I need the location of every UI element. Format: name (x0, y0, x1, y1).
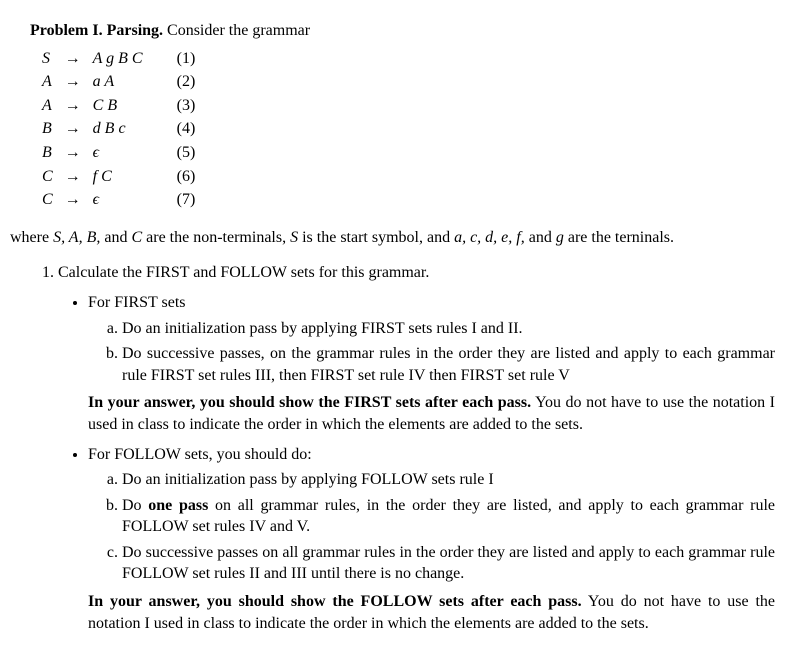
follow-step-a: Do an initialization pass by applying FO… (122, 469, 775, 491)
first-note-bold: In your answer, you should show the FIRS… (88, 394, 531, 411)
task-list: Calculate the FIRST and FOLLOW sets for … (36, 262, 775, 634)
grammar-row: A→a A(2) (36, 71, 201, 95)
follow-head: For FOLLOW sets, you should do: (88, 446, 312, 463)
problem-label: Problem I. Parsing. (30, 22, 163, 39)
first-step-a: Do an initialization pass by applying FI… (122, 318, 775, 340)
grammar-row: S→A g B C(1) (36, 48, 201, 72)
grammar-row: B→ϵ(5) (36, 142, 201, 166)
where-line: where S, A, B, and C are the non-termina… (10, 227, 775, 249)
grammar-table: S→A g B C(1)A→a A(2)A→C B(3)B→d B c(4)B→… (36, 48, 201, 213)
grammar-row: B→d B c(4) (36, 118, 201, 142)
follow-note: In your answer, you should show the FOLL… (88, 591, 775, 634)
subtask-bullets: For FIRST sets Do an initialization pass… (70, 292, 775, 634)
follow-note-bold: In your answer, you should show the FOLL… (88, 593, 582, 610)
grammar-row: C→ϵ(7) (36, 189, 201, 213)
first-head: For FIRST sets (88, 294, 186, 311)
task-1: Calculate the FIRST and FOLLOW sets for … (58, 262, 775, 634)
problem-tail: Consider the grammar (163, 22, 310, 39)
first-section: For FIRST sets Do an initialization pass… (88, 292, 775, 436)
task-1-text: Calculate the FIRST and FOLLOW sets for … (58, 264, 429, 281)
follow-step-b: Do one pass on all grammar rules, in the… (122, 495, 775, 538)
first-step-b: Do successive passes, on the grammar rul… (122, 343, 775, 386)
problem-title: Problem I. Parsing. Consider the grammar (30, 20, 775, 42)
follow-step-c: Do successive passes on all grammar rule… (122, 542, 775, 585)
follow-steps: Do an initialization pass by applying FO… (102, 469, 775, 585)
follow-section: For FOLLOW sets, you should do: Do an in… (88, 444, 775, 635)
first-steps: Do an initialization pass by applying FI… (102, 318, 775, 387)
grammar-row: A→C B(3) (36, 95, 201, 119)
first-note: In your answer, you should show the FIRS… (88, 392, 775, 435)
grammar-row: C→f C(6) (36, 166, 201, 190)
